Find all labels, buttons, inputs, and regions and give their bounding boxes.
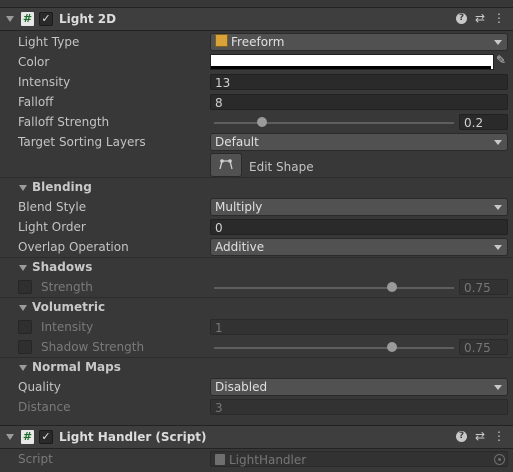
script-hash-icon: # xyxy=(21,430,34,444)
falloff-strength-thumb[interactable] xyxy=(257,117,267,127)
light-type-label: Light Type xyxy=(18,35,80,49)
volumetric-intensity-field[interactable]: 1 xyxy=(210,319,508,335)
color-label: Color xyxy=(18,55,50,69)
quality-value: Disabled xyxy=(215,380,268,394)
quality-label: Quality xyxy=(18,380,61,394)
sliders-icon[interactable]: ⇄ xyxy=(473,11,487,25)
overlap-operation-label: Overlap Operation xyxy=(18,240,129,254)
help-icon[interactable]: ? xyxy=(456,431,467,442)
divider xyxy=(0,177,513,178)
kebab-menu-icon[interactable]: ⋮ xyxy=(492,429,506,443)
shadows-enabled-checkbox[interactable] xyxy=(18,280,32,294)
chevron-down-icon xyxy=(494,385,502,390)
light-type-dropdown[interactable]: Freeform xyxy=(210,33,508,51)
chevron-down-icon xyxy=(494,140,502,145)
distance-field[interactable]: 3 xyxy=(210,399,508,415)
falloff-strength-track[interactable] xyxy=(214,122,454,124)
script-label: Script xyxy=(18,452,53,466)
volumetric-shadow-strength-track[interactable] xyxy=(214,347,454,349)
light-type-value: Freeform xyxy=(231,35,285,49)
normal-maps-foldout-icon[interactable] xyxy=(19,365,27,371)
volumetric-title[interactable]: Volumetric xyxy=(32,300,105,314)
volumetric-shadow-strength-thumb[interactable] xyxy=(387,342,397,352)
edit-shape-button[interactable] xyxy=(210,153,242,177)
foldout-arrow-icon[interactable] xyxy=(6,16,14,22)
light2d-enabled-checkbox[interactable]: ✓ xyxy=(39,12,53,26)
eyedropper-icon[interactable]: ✎ xyxy=(496,53,506,67)
distance-label: Distance xyxy=(18,400,71,414)
blend-style-dropdown[interactable]: Multiply xyxy=(210,198,508,216)
intensity-field[interactable]: 13 xyxy=(210,74,508,90)
edit-shape-label: Edit Shape xyxy=(249,160,314,174)
falloff-field[interactable]: 8 xyxy=(210,94,508,110)
blending-foldout-icon[interactable] xyxy=(19,185,27,191)
script-hash-icon: # xyxy=(21,12,34,26)
shadow-strength-value[interactable]: 0.75 xyxy=(459,279,508,295)
chevron-down-icon xyxy=(494,205,502,210)
script-value: LightHandler xyxy=(229,453,307,467)
foldout-arrow-icon[interactable] xyxy=(6,434,14,440)
divider xyxy=(0,357,513,358)
script-field: LightHandler xyxy=(210,451,508,467)
blending-title[interactable]: Blending xyxy=(32,180,92,194)
chevron-down-icon xyxy=(494,40,502,45)
quality-dropdown[interactable]: Disabled xyxy=(210,378,508,396)
light2d-title: Light 2D xyxy=(59,12,117,26)
falloff-strength-value[interactable]: 0.2 xyxy=(459,114,508,130)
object-picker-icon[interactable] xyxy=(494,454,505,465)
shadows-title[interactable]: Shadows xyxy=(32,260,92,274)
light-order-label: Light Order xyxy=(18,220,86,234)
color-alpha-bar xyxy=(211,66,491,69)
volumetric-shadows-checkbox[interactable] xyxy=(18,340,32,354)
light2d-header[interactable]: # ✓ Light 2D ? ⇄ ⋮ xyxy=(0,7,513,31)
kebab-menu-icon[interactable]: ⋮ xyxy=(492,11,506,25)
chevron-down-icon xyxy=(494,245,502,250)
edit-shape-icon xyxy=(219,159,233,170)
blend-style-label: Blend Style xyxy=(18,200,87,214)
overlap-operation-value: Additive xyxy=(215,240,265,254)
volumetric-foldout-icon[interactable] xyxy=(19,305,27,311)
overlap-operation-dropdown[interactable]: Additive xyxy=(210,238,508,256)
divider xyxy=(0,257,513,258)
light-handler-enabled-checkbox[interactable]: ✓ xyxy=(39,430,53,444)
help-icon[interactable]: ? xyxy=(456,13,467,24)
light-handler-title: Light Handler (Script) xyxy=(59,430,207,444)
intensity-label: Intensity xyxy=(18,75,71,89)
blend-style-value: Multiply xyxy=(215,200,263,214)
shadow-strength-track[interactable] xyxy=(214,287,454,289)
shadows-foldout-icon[interactable] xyxy=(19,265,27,271)
target-sorting-layers-label: Target Sorting Layers xyxy=(18,135,146,149)
volumetric-shadow-strength-value[interactable]: 0.75 xyxy=(459,339,508,355)
normal-maps-title[interactable]: Normal Maps xyxy=(32,360,121,374)
freeform-icon xyxy=(215,34,228,47)
target-sorting-layers-value: Default xyxy=(215,135,259,149)
volumetric-intensity-label: Intensity xyxy=(41,320,94,334)
volumetric-shadow-strength-label: Shadow Strength xyxy=(41,340,145,354)
target-sorting-layers-dropdown[interactable]: Default xyxy=(210,133,508,151)
shadow-strength-label: Strength xyxy=(41,280,93,294)
sliders-icon[interactable]: ⇄ xyxy=(473,429,487,443)
light-order-field[interactable]: 0 xyxy=(210,219,508,235)
falloff-label: Falloff xyxy=(18,95,54,109)
light-handler-header[interactable]: # ✓ Light Handler (Script) ? ⇄ ⋮ xyxy=(0,425,513,449)
falloff-strength-label: Falloff Strength xyxy=(18,115,110,129)
shadow-strength-thumb[interactable] xyxy=(387,282,397,292)
divider xyxy=(0,297,513,298)
volumetric-enabled-checkbox[interactable] xyxy=(18,320,32,334)
script-asset-icon xyxy=(215,454,225,465)
